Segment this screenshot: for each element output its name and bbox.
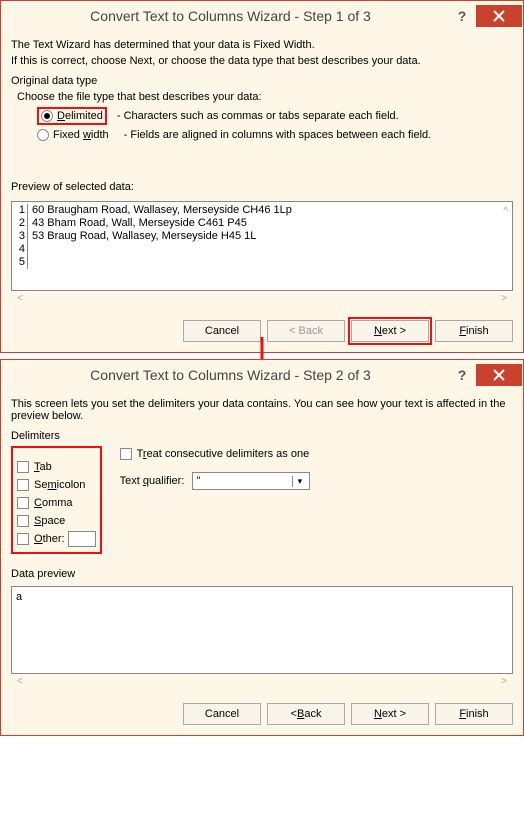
cancel-button[interactable]: Cancel [183, 703, 261, 725]
radio-fixed-desc: - Fields are aligned in columns with spa… [124, 129, 432, 141]
wizard-step1-dialog: Convert Text to Columns Wizard - Step 1 … [0, 0, 524, 353]
finish-button[interactable]: Finish [435, 703, 513, 725]
chk-tab[interactable] [17, 461, 29, 473]
radio-delimited-label[interactable]: Delimited [57, 110, 103, 122]
preview-row [28, 256, 32, 269]
back-button: < Back [267, 320, 345, 342]
chevron-down-icon[interactable]: ▾ [292, 476, 306, 487]
titlebar: Convert Text to Columns Wizard - Step 2 … [1, 360, 523, 390]
cancel-button[interactable]: Cancel [183, 320, 261, 342]
preview-label: Preview of selected data: [11, 181, 513, 193]
title: Convert Text to Columns Wizard - Step 1 … [13, 8, 448, 24]
chk-space[interactable] [17, 515, 29, 527]
delimiters-label: Delimiters [11, 430, 513, 442]
titlebar: Convert Text to Columns Wizard - Step 1 … [1, 1, 523, 31]
chk-semicolon[interactable] [17, 479, 29, 491]
chk-semicolon-label[interactable]: Semicolon [34, 479, 85, 491]
intro: This screen lets you set the delimiters … [11, 398, 513, 422]
preview-row: 53 Braug Road, Wallasey, Merseyside H45 … [28, 230, 256, 243]
title: Convert Text to Columns Wizard - Step 2 … [13, 367, 448, 383]
radio-fixed-label[interactable]: Fixed width [53, 129, 109, 141]
radio-delimited[interactable] [41, 110, 53, 122]
chk-comma[interactable] [17, 497, 29, 509]
hscroll[interactable]: <> [11, 674, 513, 689]
other-input[interactable] [68, 531, 96, 547]
close-icon[interactable] [476, 364, 522, 386]
hscroll[interactable]: <> [11, 291, 513, 306]
radio-delimited-desc: - Characters such as commas or tabs sepa… [117, 110, 399, 122]
chk-consecutive[interactable] [120, 448, 132, 460]
data-preview-box: a [11, 586, 513, 674]
intro-line2: If this is correct, choose Next, or choo… [11, 55, 513, 67]
preview-row: 60 Braugham Road, Wallasey, Merseyside C… [28, 204, 292, 217]
chk-other[interactable] [17, 533, 29, 545]
chk-space-label[interactable]: Space [34, 515, 65, 527]
chk-tab-label[interactable]: Tab [34, 461, 52, 473]
text-qualifier-label: Text qualifier: [120, 475, 185, 487]
chk-comma-label[interactable]: Comma [34, 497, 73, 509]
group-label: Original data type [11, 75, 513, 87]
finish-button[interactable]: Finish [435, 320, 513, 342]
text-qualifier-select[interactable]: " ▾ [192, 472, 310, 490]
preview-row [28, 243, 32, 256]
preview-box: ^ 160 Braugham Road, Wallasey, Merseysid… [11, 201, 513, 291]
data-preview-content: a [16, 591, 508, 603]
radio-fixed[interactable] [37, 129, 49, 141]
next-button[interactable]: Next > [351, 320, 429, 342]
chk-other-label[interactable]: Other: [34, 533, 65, 545]
intro-line1: The Text Wizard has determined that your… [11, 39, 513, 51]
choose-label: Choose the file type that best describes… [17, 91, 513, 103]
preview-row: 43 Bham Road, Wall, Merseyside C461 P45 [28, 217, 247, 230]
next-button[interactable]: Next > [351, 703, 429, 725]
data-preview-label: Data preview [11, 568, 513, 580]
scroll-up-icon[interactable]: ^ [503, 206, 508, 217]
help-icon[interactable]: ? [448, 8, 476, 24]
help-icon[interactable]: ? [448, 367, 476, 383]
text-qualifier-value: " [196, 475, 200, 487]
back-button[interactable]: < Back [267, 703, 345, 725]
chk-consecutive-label[interactable]: Treat consecutive delimiters as one [137, 448, 310, 460]
close-icon[interactable] [476, 5, 522, 27]
wizard-step2-dialog: Convert Text to Columns Wizard - Step 2 … [0, 359, 524, 736]
